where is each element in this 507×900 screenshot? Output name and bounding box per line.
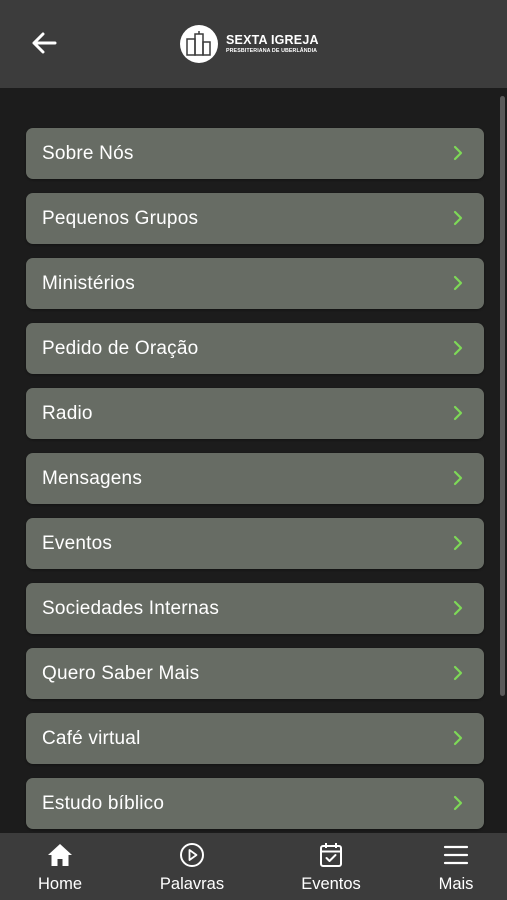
- menu-item-quero-saber-mais[interactable]: Quero Saber Mais: [26, 648, 484, 699]
- chevron-right-icon: [453, 210, 463, 226]
- app-header: SEXTA IGREJA PRESBITERIANA DE UBERLÂNDIA: [0, 0, 507, 88]
- chevron-right-icon: [453, 470, 463, 486]
- nav-mais[interactable]: Mais: [401, 833, 507, 900]
- nav-home[interactable]: Home: [5, 833, 115, 900]
- nav-eventos[interactable]: Eventos: [276, 833, 386, 900]
- menu-item-label: Pedido de Oração: [42, 338, 199, 359]
- calendar-check-icon: [320, 843, 342, 867]
- menu-item-label: Eventos: [42, 533, 113, 554]
- menu-item-label: Pequenos Grupos: [42, 208, 199, 229]
- menu-item-ministerios[interactable]: Ministérios: [26, 258, 484, 309]
- nav-palavras-label: Palavras: [159, 875, 225, 893]
- play-circle-icon: [180, 843, 204, 867]
- menu-item-radio[interactable]: Radio: [26, 388, 484, 439]
- menu-item-sobre-nos[interactable]: Sobre Nós: [26, 128, 484, 179]
- menu-item-mensagens[interactable]: Mensagens: [26, 453, 484, 504]
- scrollbar[interactable]: [500, 96, 505, 696]
- nav-eventos-label: Eventos: [301, 875, 361, 893]
- chevron-right-icon: [453, 730, 463, 746]
- menu-item-estudo-biblico[interactable]: Estudo bíblico: [26, 778, 484, 829]
- menu-item-label: Ministérios: [42, 273, 135, 294]
- menu-list: Sobre Nós Pequenos Grupos Ministérios Pe…: [0, 88, 507, 833]
- menu-item-label: Mensagens: [42, 468, 143, 489]
- chevron-right-icon: [453, 145, 463, 161]
- church-logo: SEXTA IGREJA PRESBITERIANA DE UBERLÂNDIA: [180, 24, 319, 64]
- chevron-right-icon: [453, 795, 463, 811]
- menu-item-label: Sociedades Internas: [42, 598, 220, 619]
- arrow-left-icon: [32, 32, 57, 54]
- menu-item-eventos[interactable]: Eventos: [26, 518, 484, 569]
- nav-home-label: Home: [37, 875, 82, 893]
- bottom-nav: Home Palavras Eventos Mais: [0, 833, 507, 900]
- menu-item-pequenos-grupos[interactable]: Pequenos Grupos: [26, 193, 484, 244]
- menu-item-label: Café virtual: [42, 728, 141, 749]
- menu-item-label: Radio: [42, 403, 93, 424]
- chevron-right-icon: [453, 340, 463, 356]
- menu-item-cafe-virtual[interactable]: Café virtual: [26, 713, 484, 764]
- chevron-right-icon: [453, 665, 463, 681]
- menu-item-label: Estudo bíblico: [42, 793, 165, 814]
- nav-mais-label: Mais: [438, 875, 474, 893]
- menu-item-sociedades-internas[interactable]: Sociedades Internas: [26, 583, 484, 634]
- back-button[interactable]: [24, 26, 64, 60]
- menu-item-label: Sobre Nós: [42, 143, 134, 164]
- nav-palavras[interactable]: Palavras: [137, 833, 247, 900]
- logo-subtitle: PRESBITERIANA DE UBERLÂNDIA: [226, 47, 318, 54]
- menu-item-label: Quero Saber Mais: [42, 663, 200, 684]
- logo-title: SEXTA IGREJA: [226, 33, 319, 48]
- chevron-right-icon: [453, 535, 463, 551]
- menu-item-pedido-de-oracao[interactable]: Pedido de Oração: [26, 323, 484, 374]
- chevron-right-icon: [453, 275, 463, 291]
- menu-icon: [443, 845, 469, 865]
- chevron-right-icon: [453, 405, 463, 421]
- chevron-right-icon: [453, 600, 463, 616]
- home-icon: [48, 844, 72, 866]
- logo-mark-icon: [180, 25, 218, 63]
